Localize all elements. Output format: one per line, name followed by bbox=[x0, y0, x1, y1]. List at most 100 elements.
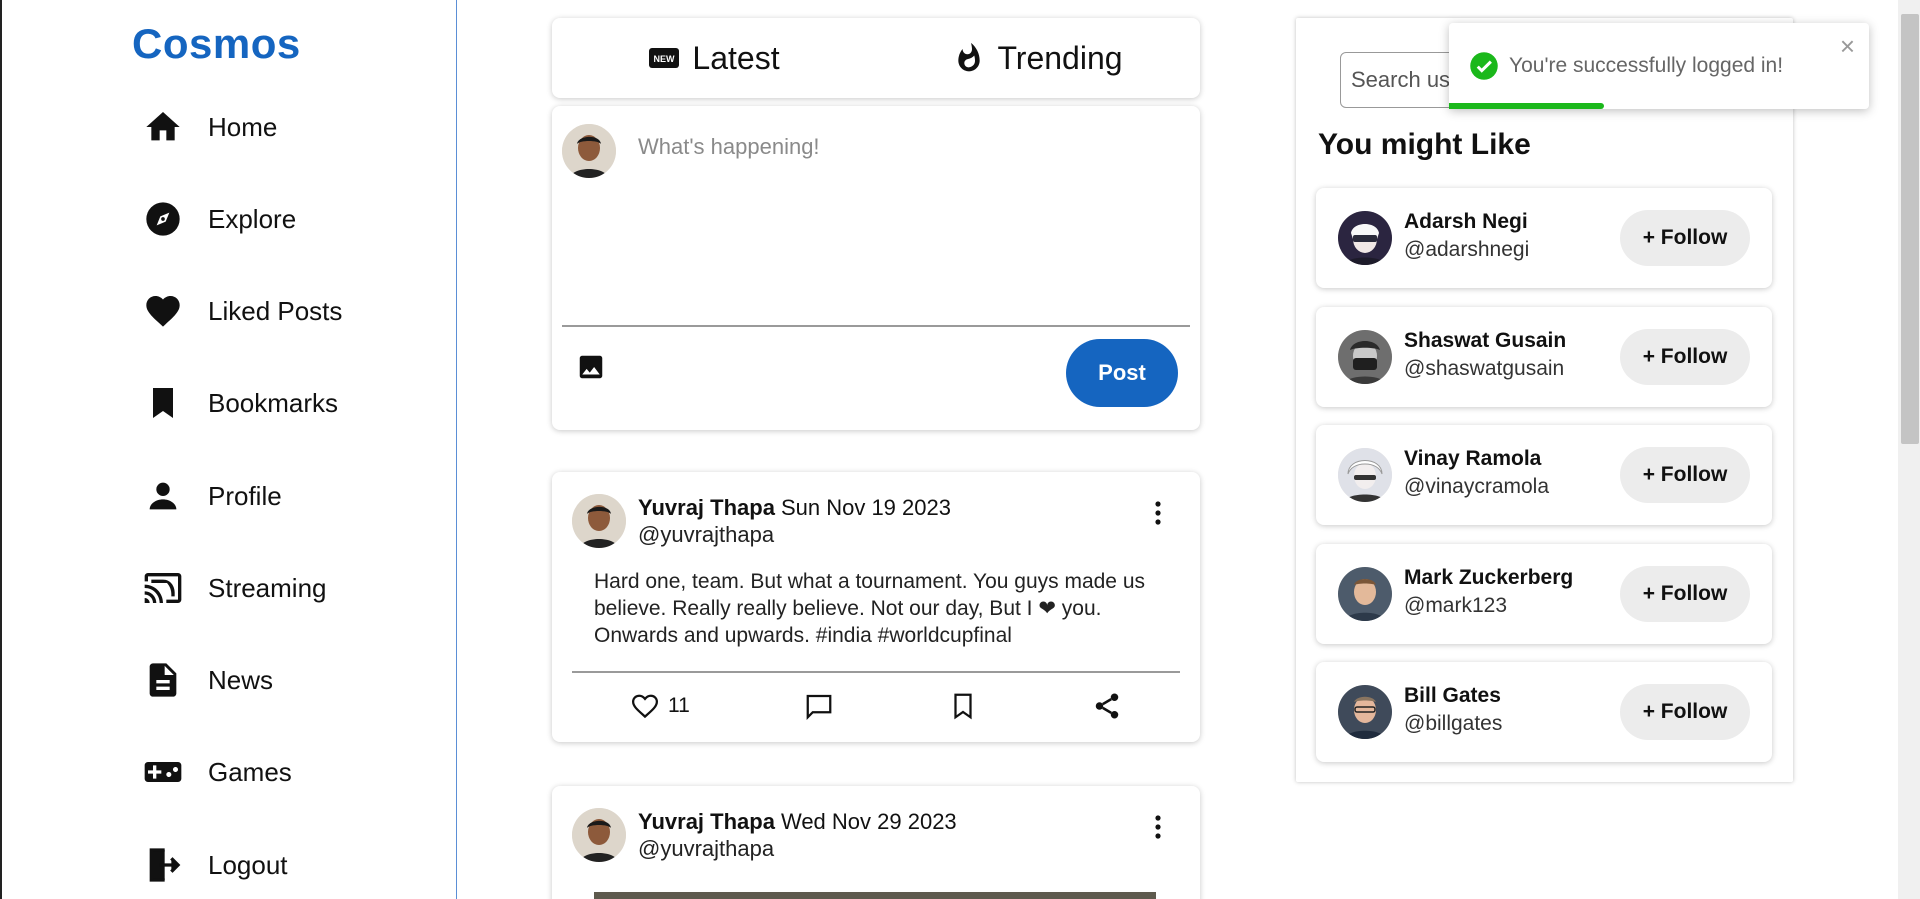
flame-icon bbox=[958, 42, 981, 72]
post-header: Yuvraj Thapa Wed Nov 29 2023 @yuvrajthapa bbox=[638, 808, 957, 862]
suggestion-handle: @vinaycramola bbox=[1404, 475, 1550, 498]
follow-button[interactable]: + Follow bbox=[1620, 684, 1750, 740]
nav-label: Liked Posts bbox=[208, 295, 343, 326]
suggestion-card: Mark Zuckerberg @mark123 + Follow bbox=[1316, 544, 1772, 644]
nav-label: Home bbox=[208, 111, 278, 142]
nav-label: Logout bbox=[208, 849, 288, 880]
tab-trending[interactable]: Trending bbox=[876, 18, 1200, 98]
post-date: Wed Nov 29 2023 bbox=[780, 809, 957, 834]
bookmark-icon bbox=[142, 382, 184, 424]
nav-item-news[interactable]: News bbox=[142, 655, 273, 705]
nav-item-games[interactable]: Games bbox=[142, 747, 292, 797]
post-author-handle[interactable]: @yuvrajthapa bbox=[638, 521, 951, 548]
gamepad-icon bbox=[142, 751, 184, 793]
suggestion-handle: @adarshnegi bbox=[1404, 238, 1530, 261]
suggestion-handle: @mark123 bbox=[1404, 594, 1508, 617]
follow-button[interactable]: + Follow bbox=[1620, 210, 1750, 266]
new-badge-icon: NEW bbox=[649, 48, 680, 68]
right-panel: You might Like Adarsh Negi @adarshnegi +… bbox=[1296, 18, 1793, 782]
post-divider bbox=[572, 671, 1180, 673]
svg-text:NEW: NEW bbox=[654, 54, 676, 64]
person-icon bbox=[142, 475, 184, 517]
toast-progress-bar bbox=[1449, 103, 1605, 109]
nav-label: Profile bbox=[208, 480, 282, 511]
post-header: Yuvraj Thapa Sun Nov 19 2023 @yuvrajthapa bbox=[638, 494, 951, 548]
post-author-name[interactable]: Yuvraj Thapa bbox=[638, 495, 775, 520]
nav-item-bookmarks[interactable]: Bookmarks bbox=[142, 378, 338, 428]
avatar[interactable] bbox=[1338, 330, 1392, 384]
follow-button[interactable]: + Follow bbox=[1620, 329, 1750, 385]
share-button[interactable] bbox=[1092, 684, 1122, 728]
image-icon[interactable] bbox=[576, 352, 606, 382]
post-author-handle[interactable]: @yuvrajthapa bbox=[638, 835, 957, 862]
suggestion-card: Bill Gates @billgates + Follow bbox=[1316, 662, 1772, 762]
more-options-icon[interactable] bbox=[1146, 812, 1170, 842]
suggestion-name[interactable]: Mark Zuckerberg bbox=[1404, 566, 1573, 590]
avatar[interactable] bbox=[572, 808, 626, 862]
comment-button[interactable] bbox=[804, 684, 834, 728]
toast-notification: You're successfully logged in! × bbox=[1449, 23, 1869, 109]
heart-outline-icon bbox=[631, 694, 659, 719]
nav-item-explore[interactable]: Explore bbox=[142, 194, 296, 244]
home-icon bbox=[142, 106, 184, 148]
composer-divider bbox=[562, 325, 1190, 327]
suggestion-card: Adarsh Negi @adarshnegi + Follow bbox=[1316, 188, 1772, 288]
tab-latest[interactable]: NEW Latest bbox=[552, 18, 876, 98]
nav-label: Bookmarks bbox=[208, 387, 339, 418]
post-text-input[interactable] bbox=[638, 134, 1178, 304]
suggestion-name[interactable]: Shaswat Gusain bbox=[1404, 329, 1566, 353]
scrollbar[interactable] bbox=[1898, 0, 1920, 899]
follow-button[interactable]: + Follow bbox=[1620, 447, 1750, 503]
app-window: Cosmos Home Explore Liked Posts Bookmark… bbox=[0, 0, 1920, 899]
cast-icon bbox=[142, 567, 184, 609]
suggestion-name[interactable]: Adarsh Negi bbox=[1404, 210, 1528, 234]
tab-label: Latest bbox=[692, 39, 780, 76]
brand-logo[interactable]: Cosmos bbox=[132, 20, 301, 68]
post-media-image[interactable] bbox=[594, 892, 1156, 899]
post-date: Sun Nov 19 2023 bbox=[780, 495, 951, 520]
nav-label: News bbox=[208, 664, 274, 695]
nav-item-home[interactable]: Home bbox=[142, 102, 277, 152]
avatar[interactable] bbox=[1338, 211, 1392, 265]
avatar[interactable] bbox=[1338, 685, 1392, 739]
suggestion-handle: @billgates bbox=[1404, 712, 1503, 735]
check-circle-icon bbox=[1470, 52, 1498, 80]
nav-label: Explore bbox=[208, 203, 297, 234]
close-icon[interactable]: × bbox=[1840, 33, 1855, 59]
suggestion-handle: @shaswatgusain bbox=[1404, 357, 1565, 380]
suggestion-name[interactable]: Vinay Ramola bbox=[1404, 447, 1541, 471]
post-author-name[interactable]: Yuvraj Thapa bbox=[638, 809, 775, 834]
nav-label: Games bbox=[208, 756, 292, 787]
like-button[interactable]: 11 bbox=[630, 684, 690, 728]
post-actions: 11 bbox=[572, 684, 1180, 728]
more-options-icon[interactable] bbox=[1146, 498, 1170, 528]
avatar[interactable] bbox=[1338, 448, 1392, 502]
bookmark-outline-icon bbox=[954, 693, 972, 720]
avatar[interactable] bbox=[1338, 567, 1392, 621]
post-button[interactable]: Post bbox=[1066, 339, 1178, 407]
like-count: 11 bbox=[668, 694, 690, 717]
article-icon bbox=[142, 659, 184, 701]
nav-item-liked-posts[interactable]: Liked Posts bbox=[142, 286, 342, 336]
suggestions-title: You might Like bbox=[1318, 128, 1531, 161]
avatar[interactable] bbox=[562, 124, 616, 178]
nav-item-logout[interactable]: Logout bbox=[142, 840, 288, 890]
bookmark-button[interactable] bbox=[948, 684, 978, 728]
logout-icon bbox=[142, 844, 184, 886]
comment-icon bbox=[806, 694, 832, 720]
heart-icon bbox=[142, 290, 184, 332]
nav-item-profile[interactable]: Profile bbox=[142, 471, 282, 521]
tab-label: Trending bbox=[997, 39, 1123, 76]
nav-item-streaming[interactable]: Streaming bbox=[142, 563, 327, 613]
suggestion-name[interactable]: Bill Gates bbox=[1404, 684, 1501, 708]
compass-icon bbox=[142, 198, 184, 240]
toast-message: You're successfully logged in! bbox=[1509, 54, 1784, 77]
suggestion-card: Vinay Ramola @vinaycramola + Follow bbox=[1316, 425, 1772, 525]
post-composer: Post bbox=[552, 106, 1200, 430]
follow-button[interactable]: + Follow bbox=[1620, 566, 1750, 622]
avatar[interactable] bbox=[572, 494, 626, 548]
scrollbar-thumb[interactable] bbox=[1901, 14, 1919, 444]
post-card: Yuvraj Thapa Wed Nov 29 2023 @yuvrajthapa bbox=[552, 786, 1200, 899]
post-body: Hard one, team. But what a tournament. Y… bbox=[594, 570, 1146, 647]
nav-label: Streaming bbox=[208, 572, 327, 603]
